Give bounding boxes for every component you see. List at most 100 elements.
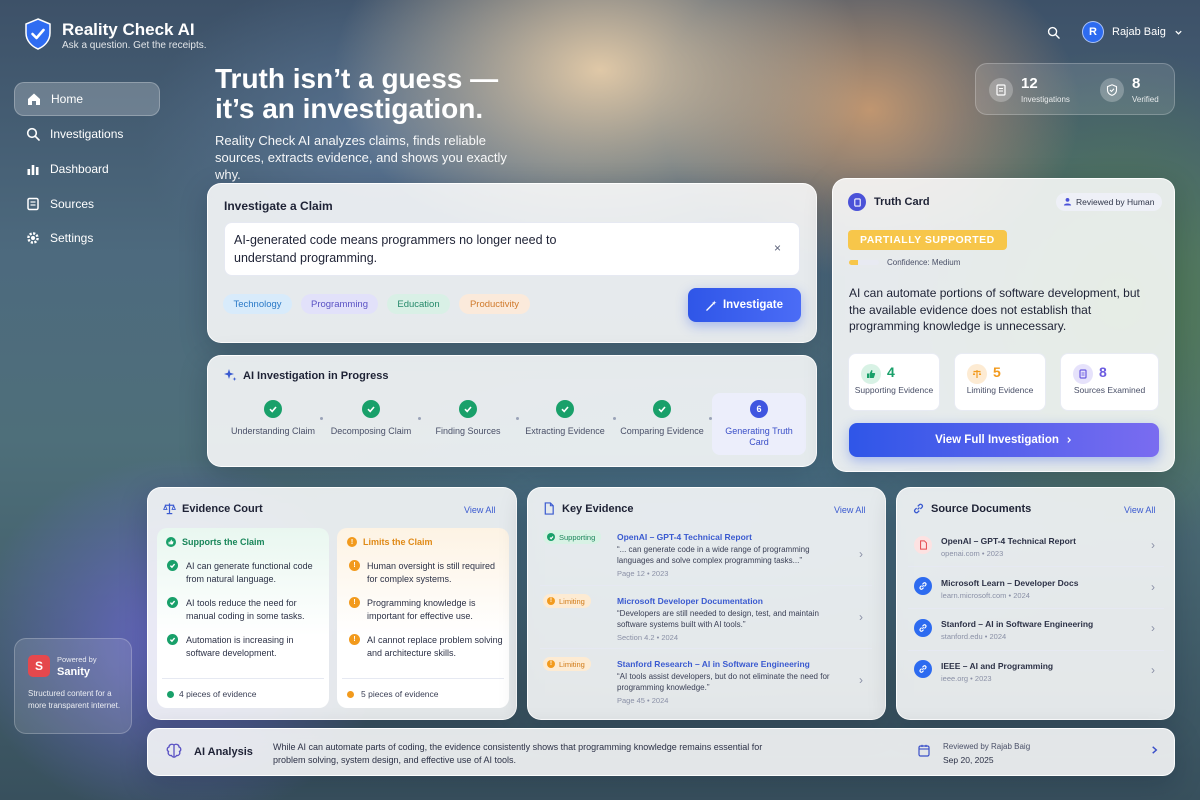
limits-count: 5 pieces of evidence — [361, 689, 439, 699]
link-icon — [914, 619, 932, 637]
step-generating-truth-card: 6 Generating Truth Card — [715, 400, 803, 448]
supporting-evidence-stat[interactable]: 4 Supporting Evidence — [848, 353, 940, 411]
evidence-quote: “Developers are still needed to design, … — [617, 609, 819, 629]
hero-title-line2: it’s an investigation. — [215, 93, 484, 124]
badge-label: Supporting — [559, 532, 596, 542]
chevron-down-icon — [1174, 28, 1183, 37]
warning-icon: ! — [547, 597, 555, 605]
scale-icon — [967, 364, 987, 384]
reviewed-by-human-label: Reviewed by Human — [1076, 197, 1155, 207]
limiting-evidence-label: Limiting Evidence — [966, 385, 1034, 395]
check-icon — [556, 400, 574, 418]
view-full-investigation-button[interactable]: View Full Investigation — [849, 423, 1159, 457]
truth-summary: AI can automate portions of software dev… — [849, 286, 1140, 333]
source-item[interactable] — [905, 569, 1167, 607]
step-label: Decomposing Claim — [330, 426, 412, 436]
powered-by-tagline: Structured content for a more transparen… — [28, 689, 121, 710]
tag-programming[interactable]: Programming — [301, 294, 378, 314]
limits-heading: ! Limits the Claim — [347, 537, 433, 547]
tag-education[interactable]: Education — [387, 294, 450, 314]
bar-chart-icon — [26, 162, 40, 176]
supports-heading-label: Supports the Claim — [182, 537, 265, 547]
chevron-right-icon: › — [1151, 621, 1155, 635]
chevron-right-icon[interactable] — [1150, 745, 1159, 755]
step-separator — [516, 417, 519, 420]
evidence-meta: Page 12 • 2023 — [617, 569, 669, 578]
view-full-investigation-label: View Full Investigation — [935, 434, 1059, 446]
stat-investigations-value: 12 — [1021, 75, 1038, 92]
verified-shield-icon — [1100, 78, 1124, 102]
sidebar-item-dashboard[interactable]: Dashboard — [14, 152, 160, 186]
warning-icon: ! — [547, 660, 555, 668]
check-icon — [167, 597, 178, 608]
key-evidence-view-all[interactable]: View All — [834, 505, 865, 515]
sidebar-item-home[interactable]: Home — [14, 82, 160, 116]
ai-analysis-text: While AI can automate parts of coding, t… — [273, 742, 763, 765]
folder-icon — [26, 197, 40, 211]
step-decomposing-claim: Decomposing Claim — [327, 400, 415, 437]
sidebar-item-sources[interactable]: Sources — [14, 187, 160, 221]
tag-technology[interactable]: Technology — [223, 294, 292, 314]
thumbs-up-icon — [861, 364, 881, 384]
step-comparing-evidence: Comparing Evidence — [618, 400, 706, 437]
document-icon — [543, 502, 555, 515]
brand-subtitle: Ask a question. Get the receipts. — [62, 40, 207, 51]
sidebar-item-settings[interactable]: Settings — [14, 221, 160, 255]
step-separator — [320, 417, 323, 420]
brand-logo-shield-icon — [24, 18, 52, 50]
step-label: Comparing Evidence — [620, 426, 704, 436]
reviewed-by-human-badge: Reviewed by Human — [1056, 193, 1163, 211]
home-icon — [27, 92, 41, 106]
person-icon — [1063, 197, 1072, 206]
calendar-icon — [918, 744, 930, 757]
check-icon — [264, 400, 282, 418]
source-title: IEEE – AI and Programming — [941, 661, 1054, 671]
progress-heading: AI Investigation in Progress — [243, 370, 389, 382]
supports-divider — [162, 678, 324, 679]
confidence-label: Confidence: Medium — [887, 258, 961, 267]
powered-by-card[interactable]: S Powered by Sanity Structured content f… — [14, 638, 132, 734]
sources-examined-stat[interactable]: 8 Sources Examined — [1060, 353, 1159, 411]
source-item[interactable] — [905, 527, 1167, 565]
user-menu[interactable]: R Rajab Baig — [1082, 21, 1183, 43]
source-documents-view-all[interactable]: View All — [1124, 505, 1155, 515]
step-finding-sources: Finding Sources — [424, 400, 512, 437]
chevron-right-icon: › — [859, 673, 863, 687]
key-evidence-heading: Key Evidence — [562, 503, 634, 515]
stat-verified-label: Verified — [1132, 95, 1159, 104]
limits-dot — [347, 691, 354, 698]
analysis-reviewer: Reviewed by Rajab Baig — [943, 742, 1031, 751]
investigate-button[interactable]: Investigate — [688, 288, 801, 322]
source-item[interactable] — [905, 611, 1167, 649]
powered-by-name: Sanity — [57, 666, 91, 678]
source-title: Stanford – AI in Software Engineering — [941, 619, 1094, 629]
source-divider — [908, 608, 1164, 609]
gear-icon — [26, 231, 40, 245]
limiting-evidence-stat[interactable]: 5 Limiting Evidence — [954, 353, 1046, 411]
limits-item: Programming knowledge is important for e… — [367, 598, 476, 621]
step-label: Generating Truth Card — [725, 426, 793, 447]
search-icon — [26, 127, 40, 141]
warning-icon: ! — [349, 597, 360, 608]
document-icon — [1073, 364, 1093, 384]
sidebar-item-investigations[interactable]: Investigations — [14, 117, 160, 151]
warning-icon: ! — [349, 634, 360, 645]
clear-input-icon[interactable]: × — [774, 241, 781, 255]
claim-input-text[interactable]: AI-generated code means programmers no l… — [234, 231, 594, 267]
evidence-court-view-all[interactable]: View All — [464, 505, 495, 515]
chevron-right-icon: › — [859, 547, 863, 561]
chevron-right-icon: › — [1151, 663, 1155, 677]
link-icon — [914, 577, 932, 595]
header-search-icon[interactable] — [1047, 26, 1060, 39]
tag-productivity[interactable]: Productivity — [459, 294, 530, 314]
check-icon — [459, 400, 477, 418]
investigate-claim-heading: Investigate a Claim — [224, 199, 333, 213]
source-item[interactable] — [905, 653, 1167, 691]
hero-title: Truth isn’t a guess — it’s an investigat… — [215, 64, 555, 124]
brain-icon — [165, 742, 183, 760]
chevron-right-icon — [1065, 436, 1073, 444]
sidebar-item-label: Settings — [50, 231, 94, 245]
source-meta: ieee.org • 2023 — [941, 674, 992, 683]
hero-title-line1: Truth isn’t a guess — — [215, 63, 499, 94]
supporting-evidence-label: Supporting Evidence — [854, 385, 934, 395]
